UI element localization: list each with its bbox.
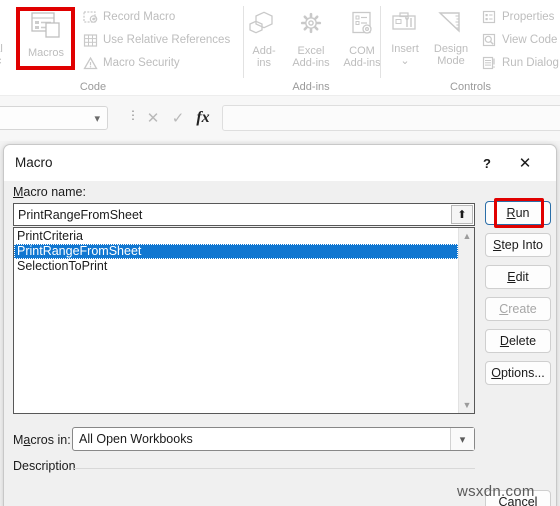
macro-list-box[interactable]: PrintCriteria PrintRangeFromSheet Select… [13, 227, 475, 414]
ribbon-button-view-code[interactable]: View Code [481, 32, 557, 48]
ribbon: VisualBasic Macros [0, 0, 560, 95]
formula-bar-grip: ⋮ [127, 108, 139, 122]
chevron-down-icon[interactable]: ▾ [94, 112, 100, 125]
ribbon-button-excel-addins-label: Excel Add-ins [292, 45, 330, 69]
run-dialog-icon [481, 55, 497, 71]
ribbon-button-addins[interactable]: Add-ins [242, 10, 286, 69]
step-into-button[interactable]: Step Into [485, 233, 551, 257]
ribbon-button-addins-label: Add-ins [252, 45, 276, 69]
properties-icon [481, 9, 497, 25]
macros-in-label: Macros in: [13, 433, 71, 447]
scroll-down-arrow-icon[interactable]: ▼ [459, 397, 474, 413]
macro-name-label: Macro name: [13, 185, 86, 199]
description-separator [74, 468, 475, 469]
excel-developer-tab-with-macro-dialog: VisualBasic Macros [0, 0, 560, 506]
macro-name-field-wrapper: ⬆ [13, 203, 475, 226]
ribbon-group-label-addins: Add-ins [292, 81, 330, 93]
dialog-titlebar: Macro ? ✕ [4, 145, 556, 181]
ribbon-group-controls: Insert ⌄ Design Mode Properties View Cod… [381, 0, 560, 95]
view-code-icon [481, 32, 497, 48]
chevron-down-icon[interactable]: ▾ [450, 428, 474, 450]
excel-addins-icon [295, 10, 327, 43]
insert-control-icon [389, 10, 421, 41]
macro-name-input[interactable] [14, 204, 446, 225]
relative-references-icon [82, 32, 98, 48]
macros-icon [29, 10, 63, 45]
ribbon-group-label-controls: Controls [450, 81, 491, 93]
macro-dialog: Macro ? ✕ Macro name: ⬆ PrintCriteria Pr… [3, 144, 557, 506]
macro-name-upload-icon[interactable]: ⬆ [451, 205, 473, 224]
description-text [13, 477, 475, 506]
description-label: Description [13, 459, 76, 473]
ribbon-group-label-code: Code [79, 81, 107, 93]
help-icon[interactable]: ? [474, 151, 500, 175]
ribbon-button-use-relative-references[interactable]: Use Relative References [82, 32, 230, 48]
ribbon-group-code: VisualBasic Macros [0, 0, 230, 95]
formula-bar-row: ▾ ⋮ ✕ ✓ fx [0, 95, 560, 141]
ribbon-button-macros-label: Macros [27, 47, 65, 59]
list-item-printcriteria[interactable]: PrintCriteria [14, 229, 458, 244]
addins-icon [248, 10, 280, 43]
ribbon-button-macro-security[interactable]: Macro Security [82, 55, 180, 71]
list-item-selectiontoprint[interactable]: SelectionToPrint [14, 259, 458, 274]
ribbon-button-insert-control-label: Insert ⌄ [391, 43, 419, 67]
formula-input[interactable] [222, 105, 560, 131]
ribbon-button-use-relative-references-label: Use Relative References [103, 34, 231, 46]
ribbon-button-run-dialog-label: Run Dialog [502, 57, 559, 69]
ribbon-button-macro-security-label: Macro Security [103, 57, 180, 69]
macro-security-icon [82, 55, 98, 71]
dialog-title: Macro [15, 155, 53, 170]
visual-basic-icon [0, 8, 3, 41]
run-button[interactable]: Run [485, 201, 551, 225]
edit-button[interactable]: Edit [485, 265, 551, 289]
macro-list-scrollbar[interactable]: ▲ ▼ [458, 228, 474, 413]
dialog-body: Macro name: ⬆ PrintCriteria PrintRangeFr… [4, 181, 556, 506]
ribbon-button-visual-basic-label: VisualBasic [0, 43, 3, 67]
macro-list: PrintCriteria PrintRangeFromSheet Select… [14, 228, 458, 413]
insert-function-fx-icon[interactable]: fx [192, 107, 214, 129]
ribbon-button-design-mode-label: Design Mode [433, 43, 469, 67]
watermark: wsxdn.com [457, 483, 535, 500]
ribbon-button-macros[interactable]: Macros [19, 10, 73, 59]
formula-enter-check-icon[interactable]: ✓ [167, 107, 189, 129]
close-icon[interactable]: ✕ [512, 151, 538, 175]
ribbon-button-record-macro[interactable]: Record Macro [82, 9, 175, 25]
formula-cancel-icon[interactable]: ✕ [142, 107, 164, 129]
scroll-up-arrow-icon[interactable]: ▲ [459, 228, 474, 244]
ribbon-button-run-dialog[interactable]: Run Dialog [481, 55, 559, 71]
macros-in-value: All Open Workbooks [79, 432, 193, 446]
list-item-printrangefromsheet[interactable]: PrintRangeFromSheet [14, 244, 458, 259]
delete-button[interactable]: Delete [485, 329, 551, 353]
ribbon-button-excel-addins[interactable]: Excel Add-ins [285, 10, 337, 69]
ribbon-button-record-macro-label: Record Macro [103, 11, 176, 23]
ribbon-button-view-code-label: View Code [502, 34, 558, 46]
ribbon-button-insert-control[interactable]: Insert ⌄ [383, 10, 427, 67]
name-box[interactable]: ▾ [0, 106, 108, 130]
macros-in-select[interactable]: All Open Workbooks ▾ [72, 427, 475, 451]
ribbon-button-com-addins-label: COM Add-ins [343, 45, 381, 69]
create-button: Create [485, 297, 551, 321]
ribbon-button-properties[interactable]: Properties [481, 9, 554, 25]
record-macro-icon [82, 9, 98, 25]
ribbon-button-visual-basic[interactable]: VisualBasic [0, 8, 10, 67]
design-mode-icon [435, 10, 467, 41]
ribbon-button-properties-label: Properties [502, 11, 555, 23]
com-addins-icon [346, 10, 378, 43]
options-button[interactable]: Options... [485, 361, 551, 385]
ribbon-button-design-mode[interactable]: Design Mode [427, 10, 475, 67]
ribbon-group-addins: Add-ins Excel Add-ins COM Add-ins Add-in… [242, 0, 381, 95]
